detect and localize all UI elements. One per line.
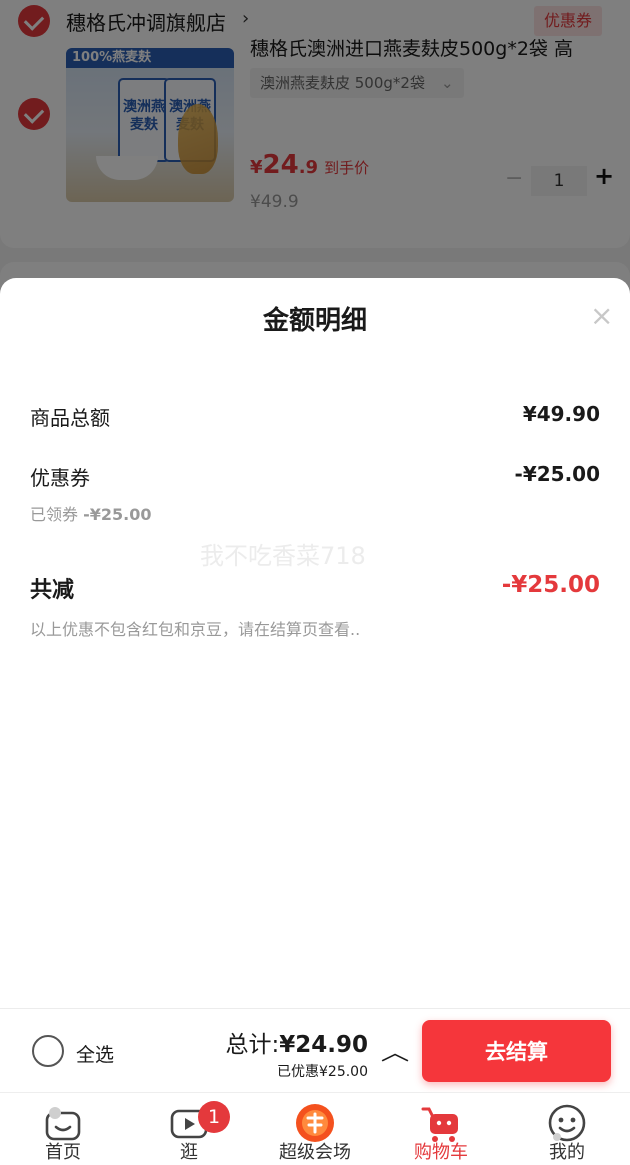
total-prefix: 总计:: [225, 1032, 280, 1058]
tab-cart-label: 购物车: [414, 1142, 468, 1163]
tab-profile-label: 我的: [549, 1142, 585, 1163]
discount-note: 以上优惠不包含红包和京豆，请在结算页查看..: [30, 620, 361, 639]
tab-browse-label: 逛: [180, 1142, 198, 1163]
saved-amount: 已优惠¥25.00: [277, 1064, 368, 1080]
subtotal-label: 商品总额: [30, 406, 110, 430]
notification-badge: 1: [198, 1101, 230, 1133]
sheet-title: 金额明细: [262, 306, 367, 336]
super-venue-icon: [296, 1104, 334, 1142]
watermark: 我不吃香菜718: [200, 542, 366, 570]
close-icon[interactable]: ×: [590, 302, 613, 330]
checkout-bar: 全选 总计:¥24.90 已优惠¥25.00 ︿ 去结算: [0, 1008, 630, 1092]
tab-home[interactable]: 首页: [0, 1093, 126, 1165]
coupon-sub-value: -¥25.00: [83, 505, 152, 524]
tab-super-venue-label: 超级会场: [279, 1142, 351, 1163]
coupon-sub-label: 已领券: [30, 505, 79, 524]
tab-home-label: 首页: [45, 1142, 81, 1163]
checkout-button[interactable]: 去结算: [422, 1020, 611, 1082]
chevron-up-icon[interactable]: ︿: [381, 1035, 410, 1067]
coupon-label: 优惠券: [30, 466, 90, 490]
subtotal-value: ¥49.90: [522, 402, 600, 426]
coupon-value: -¥25.00: [514, 462, 600, 486]
tab-cart[interactable]: 购物车: [378, 1093, 504, 1165]
select-all-radio[interactable]: [32, 1035, 64, 1067]
tab-profile[interactable]: 我的: [504, 1093, 630, 1165]
coupon-sub-line: 已领券 -¥25.00: [30, 501, 152, 525]
bottom-tab-bar: 首页 逛 1 超级会场 购物车 我的: [0, 1092, 630, 1165]
total-amount: ¥24.90: [279, 1032, 368, 1058]
total-discount-value: -¥25.00: [501, 572, 600, 598]
profile-icon: [548, 1104, 586, 1142]
tab-browse[interactable]: 逛: [126, 1093, 252, 1165]
total-price: 总计:¥24.90: [225, 1025, 368, 1059]
tab-super-venue[interactable]: 超级会场: [252, 1093, 378, 1165]
cart-icon: [421, 1107, 458, 1142]
select-all-label[interactable]: 全选: [76, 1040, 114, 1067]
home-icon: [45, 1107, 81, 1141]
total-discount-label: 共减: [30, 578, 75, 603]
